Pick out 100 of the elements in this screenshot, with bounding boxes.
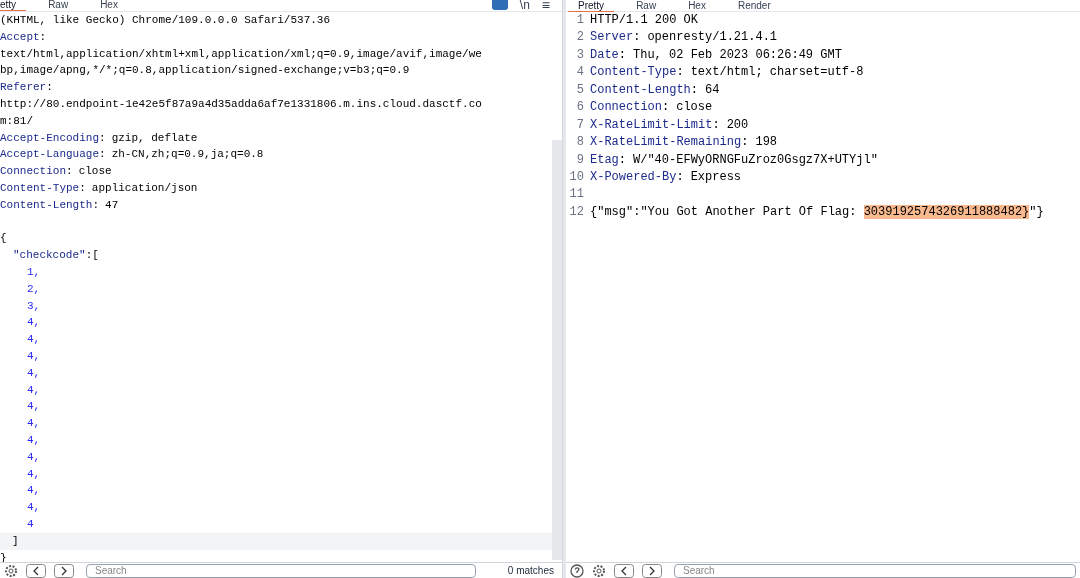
line-number: 12 — [568, 203, 585, 221]
header-separator: : — [99, 148, 106, 161]
json-number: 4, — [27, 333, 41, 346]
header-name: Etag — [590, 152, 619, 167]
line-number: 2 — [575, 29, 585, 47]
forward-button[interactable] — [642, 563, 662, 578]
line-number: 10 — [568, 168, 585, 186]
header-separator: : — [618, 152, 626, 167]
json-number: 4, — [27, 400, 41, 413]
header-separator: : — [676, 65, 684, 80]
header-name: Content-Type — [0, 181, 80, 194]
tab[interactable]: Raw — [626, 0, 667, 12]
header-name: Connection — [590, 100, 662, 115]
status-line: HTTP/1.1 200 OK — [590, 13, 699, 27]
scrollbar-thumb[interactable] — [552, 140, 562, 560]
json-number: 4, — [27, 484, 41, 497]
back-button[interactable] — [614, 563, 634, 578]
json-brace: { — [0, 232, 7, 245]
json-key: "checkcode" — [13, 249, 86, 262]
header-value: close — [78, 165, 112, 178]
back-button[interactable] — [26, 563, 46, 578]
tab[interactable]: Hex — [678, 0, 716, 12]
forward-button[interactable] — [54, 563, 74, 578]
settings-icon[interactable] — [592, 563, 606, 578]
header-value: Thu, 02 Feb 2023 06:26:49 GMT — [633, 47, 842, 62]
header-separator: : — [741, 135, 749, 150]
header-value: Express — [690, 169, 742, 184]
code-line: text/html,application/xhtml+xml,application/xml;q=0.9,image/avif,image/we — [0, 47, 482, 60]
match-count: 0 matches — [507, 564, 555, 578]
header-name: Accept-Encoding — [0, 131, 100, 144]
json-number: 4, — [27, 501, 41, 514]
header-name: Content-Length — [0, 198, 93, 211]
body-text: {"msg":"You Got Another Part Of Flag: — [590, 204, 858, 219]
tab[interactable]: Render — [727, 0, 781, 12]
json-number: 2, — [27, 282, 41, 295]
tab[interactable]: Raw — [38, 0, 79, 11]
header-name: X-RateLimit-Remaining — [590, 135, 742, 150]
code-line: (KHTML, like Gecko) Chrome/109.0.0.0 Safari/537.36 — [0, 14, 331, 26]
header-value: 198 — [755, 135, 778, 150]
header-name: Content-Type — [590, 65, 677, 80]
json-number: 4, — [27, 450, 41, 463]
json-number: 4 — [27, 517, 34, 530]
json-number: 1, — [27, 265, 41, 278]
header-separator: : — [633, 30, 641, 45]
header-separator: : — [676, 169, 684, 184]
header-name: Date — [590, 47, 619, 62]
line-number: 3 — [575, 46, 585, 64]
header-separator: : — [690, 82, 699, 97]
tab[interactable]: etty — [0, 0, 27, 11]
header-name: Accept — [0, 30, 40, 43]
header-separator: : — [79, 181, 86, 194]
json-number: 4, — [27, 316, 41, 329]
line-number: 11 — [568, 186, 585, 204]
json-number: 4, — [27, 366, 41, 379]
header-separator: : — [46, 81, 53, 94]
header-value: zh-CN,zh;q=0.9,ja;q=0.8 — [111, 148, 264, 161]
wrap-button[interactable] — [491, 0, 508, 10]
header-separator: : — [618, 47, 626, 62]
search-field[interactable]: Search — [86, 563, 476, 578]
body-text: "} — [1029, 204, 1044, 219]
line-number: 9 — [575, 151, 585, 169]
header-separator: : — [662, 100, 670, 115]
header-value: openresty/1.21.4.1 — [647, 30, 778, 45]
header-value: text/html; charset=utf-8 — [690, 65, 864, 80]
line-number: 8 — [575, 134, 585, 152]
header-name: X-Powered-By — [590, 169, 677, 184]
line-number: 6 — [575, 99, 585, 117]
header-name: Referer — [0, 81, 47, 94]
header-name: Content-Length — [590, 82, 691, 97]
header-value: close — [676, 100, 713, 115]
json-bracket: ] — [12, 534, 19, 547]
highlighted-text: 3039192574326911888482} — [863, 204, 1030, 219]
json-number: 4, — [27, 417, 41, 430]
line-number: 4 — [575, 64, 585, 82]
code-line: m:81/ — [0, 114, 33, 127]
header-separator: : — [92, 198, 100, 211]
line-number: 1 — [575, 12, 585, 29]
header-value: 64 — [705, 82, 720, 97]
header-name: Accept-Language — [0, 148, 100, 161]
json-number: 4, — [27, 433, 41, 446]
header-value: 47 — [105, 198, 119, 211]
tab[interactable]: Hex — [90, 0, 128, 11]
code-line: http://80.endpoint-1e42e5f87a9a4d35adda6af7e1331806.m.ins.cloud.dasctf.co — [0, 98, 482, 110]
header-value: application/json — [91, 181, 198, 194]
json-number: 4, — [27, 383, 41, 396]
json-number: 4, — [27, 467, 41, 480]
header-name: Connection — [0, 165, 66, 178]
newline-button[interactable]: \n — [519, 0, 530, 11]
json-number: 4, — [27, 349, 41, 362]
header-value: gzip, deflate — [111, 131, 198, 144]
header-separator: : — [39, 30, 47, 43]
json-punctuation: :[ — [85, 249, 99, 262]
line-number: 5 — [575, 81, 585, 99]
tab[interactable]: Pretty — [568, 0, 615, 12]
json-number: 3, — [27, 299, 41, 312]
settings-icon[interactable] — [4, 563, 18, 578]
menu-button[interactable]: ≡ — [541, 0, 550, 11]
line-number: 7 — [575, 116, 585, 134]
search-field[interactable]: Search — [674, 563, 1076, 578]
help-icon[interactable] — [570, 563, 584, 578]
